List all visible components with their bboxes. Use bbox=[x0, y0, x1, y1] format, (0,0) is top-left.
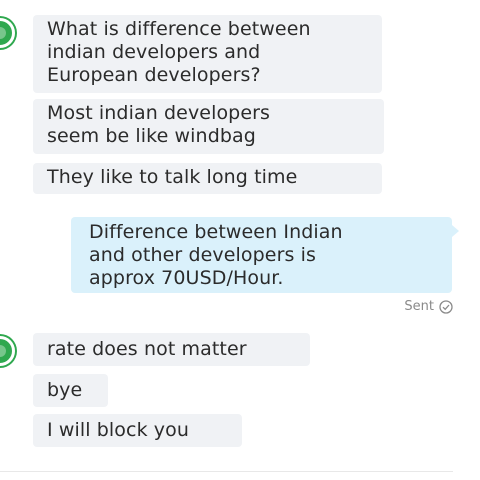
contact-avatar[interactable] bbox=[0, 18, 15, 48]
composer-divider bbox=[0, 471, 453, 472]
incoming-message[interactable]: I will block you bbox=[33, 414, 242, 447]
sent-check-icon bbox=[439, 300, 453, 314]
incoming-message[interactable]: They like to talk long time bbox=[33, 163, 382, 194]
contact-avatar[interactable] bbox=[0, 336, 15, 366]
incoming-message[interactable]: bye bbox=[33, 374, 108, 407]
message-status: Sent bbox=[404, 299, 453, 315]
incoming-message[interactable]: What is difference between indian develo… bbox=[33, 15, 382, 93]
incoming-message[interactable]: Most indian developers seem be like wind… bbox=[33, 99, 384, 154]
sent-label: Sent bbox=[404, 299, 434, 314]
outgoing-message[interactable]: Difference between Indian and other deve… bbox=[71, 217, 459, 293]
incoming-message[interactable]: rate does not matter bbox=[33, 333, 310, 366]
